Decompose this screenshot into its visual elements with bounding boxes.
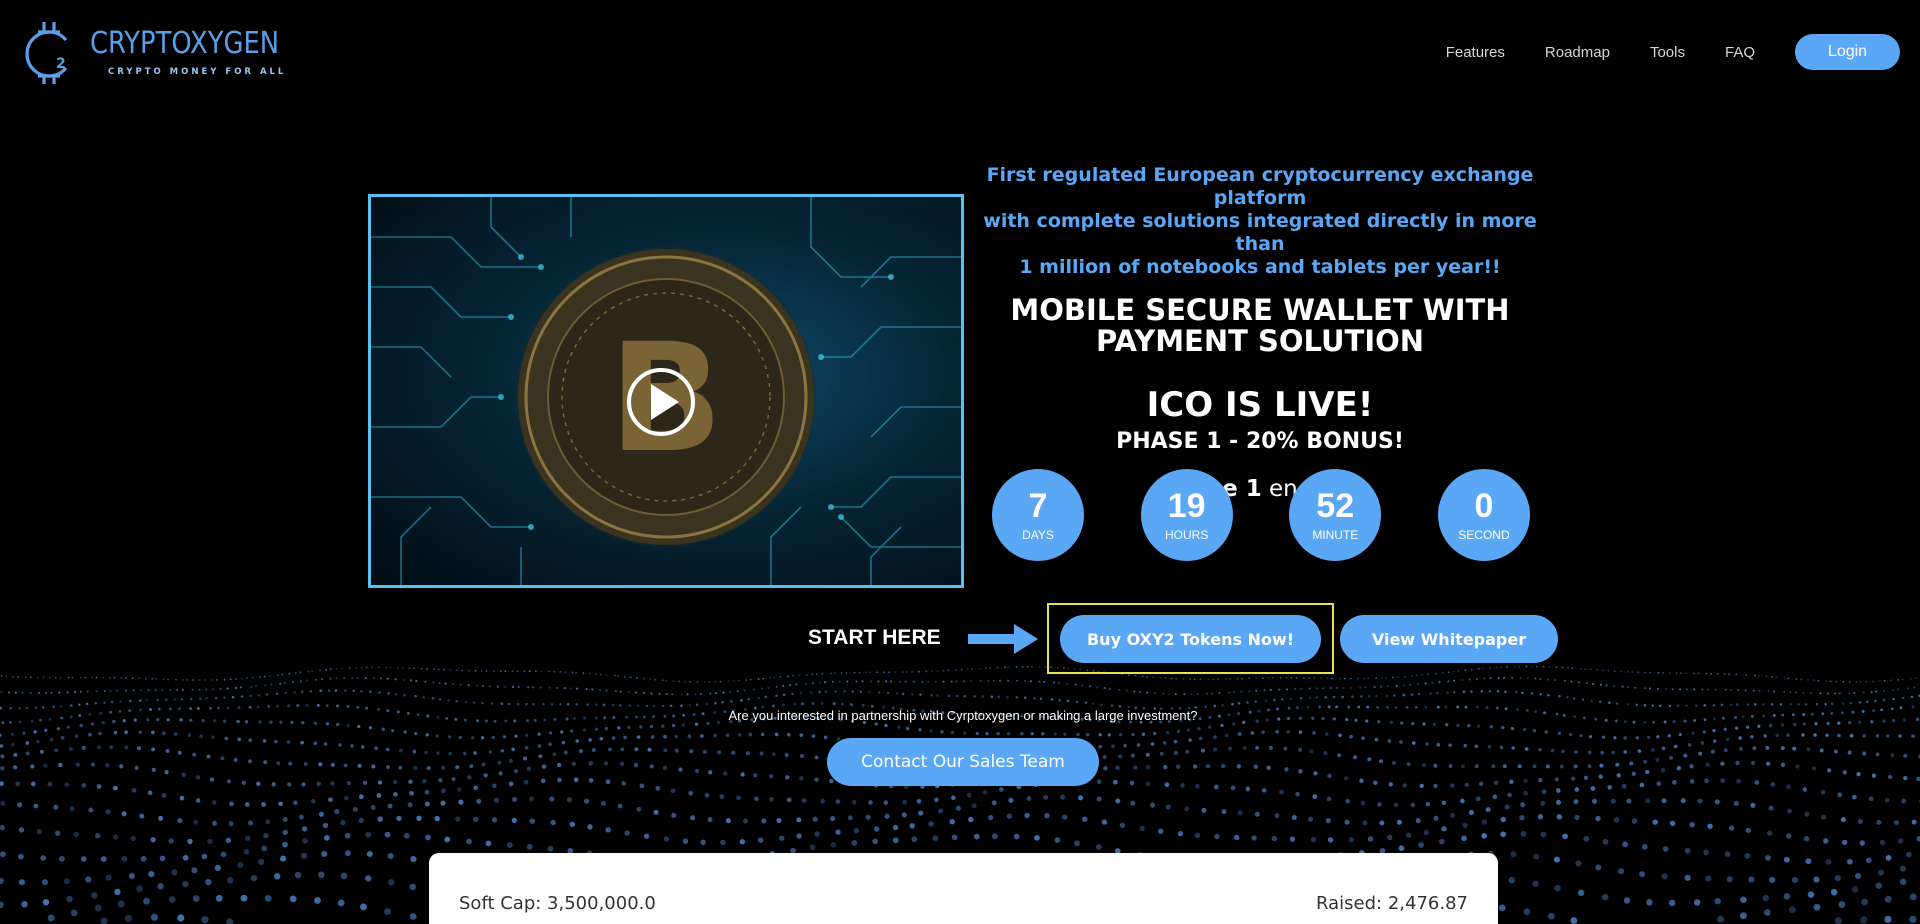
ico-progress-card: Soft Cap: 3,500,000.0 Raised: 2,476.87 <box>429 853 1498 924</box>
nav-item-features[interactable]: Features <box>1446 44 1505 61</box>
countdown-timer: 7 DAYS 19 HOURS 52 MINUTE 0 SECOND <box>992 469 1530 561</box>
countdown-value: 0 <box>1474 487 1494 525</box>
hero-title-line: MOBILE SECURE WALLET WITH <box>1010 293 1510 327</box>
hero-title-line: PAYMENT SOLUTION <box>1095 324 1425 358</box>
hero-title: MOBILE SECURE WALLET WITH PAYMENT SOLUTI… <box>960 295 1560 357</box>
logo-icon: 2 <box>25 22 68 84</box>
countdown-value: 52 <box>1316 487 1355 525</box>
hero-subtitle-line: with complete solutions integrated direc… <box>983 210 1537 255</box>
view-whitepaper-button[interactable]: View Whitepaper <box>1340 615 1558 663</box>
countdown-label: HOURS <box>1164 528 1209 542</box>
phase-bonus: PHASE 1 - 20% BONUS! <box>1116 429 1404 454</box>
contact-sales-button[interactable]: Contact Our Sales Team <box>827 738 1099 786</box>
hero-subtitle: First regulated European cryptocurrency … <box>960 164 1560 279</box>
nav-item-roadmap[interactable]: Roadmap <box>1545 44 1610 61</box>
countdown-minutes: 52 MINUTE <box>1289 469 1382 561</box>
nav-item-tools[interactable]: Tools <box>1650 44 1685 61</box>
hero-subtitle-line: 1 million of notebooks and tablets per y… <box>1019 256 1501 278</box>
ico-status: ICO IS LIVE! <box>1146 385 1374 425</box>
raised-value: Raised: 2,476.87 <box>1316 893 1468 914</box>
countdown-seconds: 0 SECOND <box>1437 469 1530 561</box>
partnership-text: Are you interested in partnership with C… <box>728 708 1198 723</box>
main-nav: Features Roadmap Tools FAQ Login <box>1446 34 1900 70</box>
nav-item-faq[interactable]: FAQ <box>1725 44 1755 61</box>
logo[interactable]: 2 CRYPTOXYGEN CRYPTO MONEY FOR ALL <box>24 18 310 86</box>
start-here-label: START HERE <box>808 626 941 649</box>
countdown-label: DAYS <box>1022 528 1054 542</box>
buy-tokens-button[interactable]: Buy OXY2 Tokens Now! <box>1060 615 1321 663</box>
countdown-hours: 19 HOURS <box>1140 469 1233 561</box>
hero-section: First regulated European cryptocurrency … <box>960 164 1560 502</box>
brand-tagline: CRYPTO MONEY FOR ALL <box>108 67 287 77</box>
login-button[interactable]: Login <box>1795 34 1900 70</box>
countdown-days: 7 DAYS <box>992 469 1084 561</box>
arrow-right-icon <box>968 624 1038 654</box>
svg-text:2: 2 <box>56 56 66 72</box>
promo-video[interactable]: B <box>368 194 964 588</box>
countdown-label: SECOND <box>1458 528 1510 542</box>
hero-subtitle-line: First regulated European cryptocurrency … <box>986 164 1534 209</box>
brand-name: CRYPTOXYGEN <box>90 26 280 61</box>
soft-cap-value: Soft Cap: 3,500,000.0 <box>459 893 656 914</box>
site-header: 2 CRYPTOXYGEN CRYPTO MONEY FOR ALL Featu… <box>0 0 1920 104</box>
bitcoin-thumbnail: B <box>371 197 961 585</box>
countdown-value: 19 <box>1167 487 1206 525</box>
countdown-value: 7 <box>1028 487 1048 525</box>
countdown-label: MINUTE <box>1312 528 1359 542</box>
